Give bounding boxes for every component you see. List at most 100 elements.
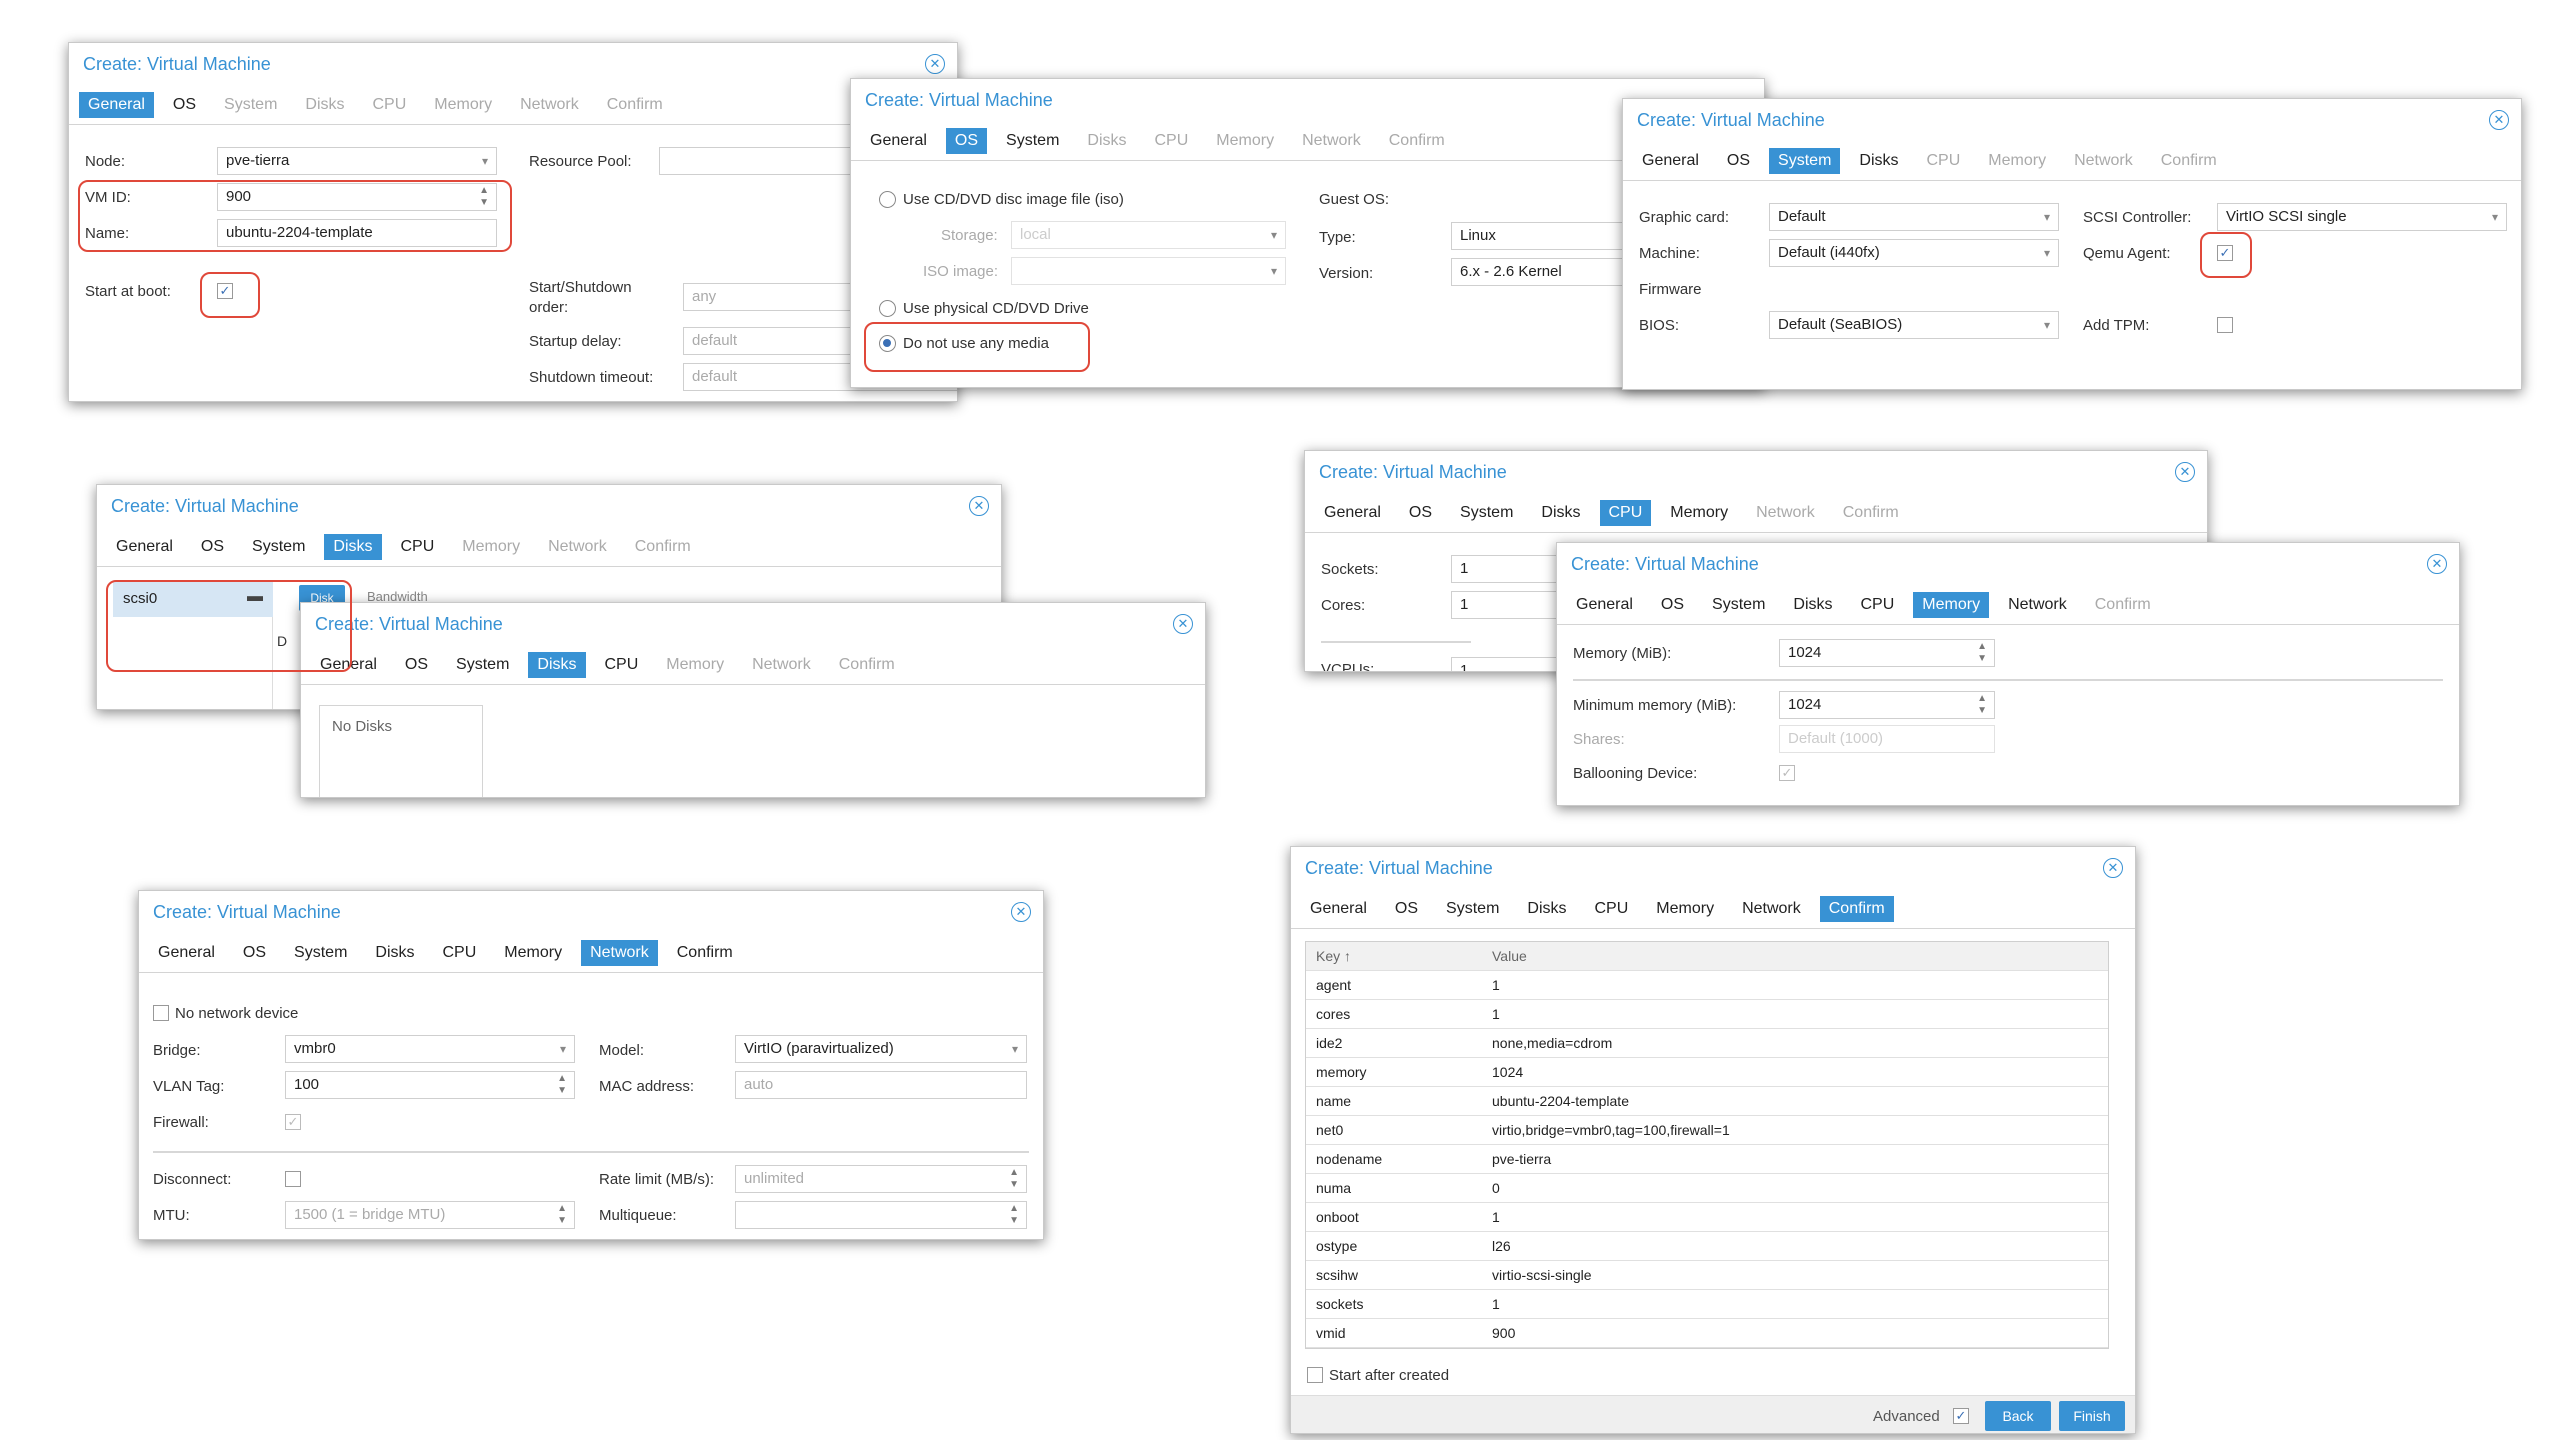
disconnect-checkbox[interactable]	[285, 1171, 301, 1187]
tab-memory[interactable]: Memory	[1207, 128, 1283, 154]
tab-system[interactable]: System	[285, 940, 356, 966]
use-physical-radio[interactable]	[879, 300, 896, 317]
tab-network[interactable]: Network	[539, 534, 616, 560]
tab-system[interactable]: System	[1703, 592, 1774, 618]
table-row[interactable]: name ubuntu-2204-template	[1306, 1087, 2108, 1116]
tab-system[interactable]: System	[1437, 896, 1508, 922]
tab-os[interactable]: OS	[1718, 148, 1759, 174]
tab-disks[interactable]: Disks	[1532, 500, 1589, 526]
table-row[interactable]: vmid 900	[1306, 1319, 2108, 1348]
tab-system[interactable]: System	[997, 128, 1068, 154]
tab-cpu[interactable]: CPU	[1146, 128, 1198, 154]
use-iso-radio[interactable]	[879, 191, 896, 208]
start-after-checkbox[interactable]	[1307, 1367, 1323, 1383]
tab-network[interactable]: Network	[1999, 592, 2076, 618]
finish-button[interactable]: Finish	[2059, 1401, 2125, 1431]
table-row[interactable]: scsihw virtio-scsi-single	[1306, 1261, 2108, 1290]
tab-confirm[interactable]: Confirm	[1834, 500, 1908, 526]
table-row[interactable]: sockets 1	[1306, 1290, 2108, 1319]
node-select[interactable]: pve-tierra ▾	[217, 147, 497, 175]
tab-system[interactable]: System	[1451, 500, 1522, 526]
table-row[interactable]: ostype l26	[1306, 1232, 2108, 1261]
tab-disks[interactable]: Disks	[1518, 896, 1575, 922]
tab-os[interactable]: OS	[1400, 500, 1441, 526]
back-button[interactable]: Back	[1985, 1401, 2051, 1431]
tab-os[interactable]: OS	[192, 534, 233, 560]
close-icon[interactable]: ✕	[969, 496, 989, 516]
tab-general[interactable]: General	[149, 940, 224, 966]
tab-confirm[interactable]: Confirm	[830, 652, 904, 678]
spinner-icon[interactable]: ▲ ▼	[557, 1073, 567, 1097]
bios-select[interactable]: Default (SeaBIOS) ▾	[1769, 311, 2059, 339]
ballooning-checkbox[interactable]: ✓	[1779, 765, 1795, 781]
tab-general[interactable]: General	[1567, 592, 1642, 618]
tab-memory[interactable]: Memory	[495, 940, 571, 966]
tab-os[interactable]: OS	[234, 940, 275, 966]
close-icon[interactable]: ✕	[2175, 462, 2195, 482]
shares-input[interactable]: Default (1000)	[1779, 725, 1995, 753]
table-row[interactable]: ide2 none,media=cdrom	[1306, 1029, 2108, 1058]
tab-network[interactable]: Network	[1293, 128, 1370, 154]
column-header-value[interactable]: Value	[1492, 948, 1527, 964]
close-icon[interactable]: ✕	[2103, 858, 2123, 878]
advanced-checkbox[interactable]: ✓	[1953, 1408, 1969, 1424]
bridge-select[interactable]: vmbr0 ▾	[285, 1035, 575, 1063]
tab-confirm[interactable]: Confirm	[1380, 128, 1454, 154]
tab-network[interactable]: Network	[743, 652, 820, 678]
close-icon[interactable]: ✕	[1011, 902, 1031, 922]
table-row[interactable]: net0 virtio,bridge=vmbr0,tag=100,firewall…	[1306, 1116, 2108, 1145]
close-icon[interactable]: ✕	[2489, 110, 2509, 130]
tab-system[interactable]: System	[215, 92, 286, 118]
table-row[interactable]: nodename pve-tierra	[1306, 1145, 2108, 1174]
tab-os[interactable]: OS	[1386, 896, 1427, 922]
tab-cpu[interactable]: CPU	[1852, 592, 1904, 618]
min-memory-input[interactable]: 1024 ▲ ▼	[1779, 691, 1995, 719]
tab-disks[interactable]: Disks	[296, 92, 353, 118]
tab-general[interactable]: General	[1301, 896, 1376, 922]
tab-cpu[interactable]: CPU	[1918, 148, 1970, 174]
tab-memory[interactable]: Memory	[1913, 592, 1990, 618]
tab-general[interactable]: General	[1315, 500, 1390, 526]
tab-confirm[interactable]: Confirm	[2086, 592, 2160, 618]
tab-cpu[interactable]: CPU	[392, 534, 444, 560]
spinner-icon[interactable]: ▲ ▼	[1977, 693, 1987, 717]
tab-network[interactable]: Network	[1733, 896, 1810, 922]
tab-network[interactable]: Network	[1747, 500, 1824, 526]
machine-select[interactable]: Default (i440fx) ▾	[1769, 239, 2059, 267]
tab-os[interactable]: OS	[164, 92, 205, 118]
storage-select[interactable]: local ▾	[1011, 221, 1286, 249]
tab-os[interactable]: OS	[396, 652, 437, 678]
close-icon[interactable]: ✕	[2427, 554, 2447, 574]
tab-system[interactable]: System	[447, 652, 518, 678]
spinner-icon[interactable]: ▲ ▼	[1977, 641, 1987, 665]
spinner-icon[interactable]: ▲ ▼	[1009, 1167, 1019, 1191]
tab-general[interactable]: General	[861, 128, 936, 154]
tab-general[interactable]: General	[79, 92, 154, 118]
mtu-input[interactable]: 1500 (1 = bridge MTU) ▲ ▼	[285, 1201, 575, 1229]
table-row[interactable]: onboot 1	[1306, 1203, 2108, 1232]
column-header-key[interactable]: Key ↑	[1316, 948, 1351, 964]
tab-network[interactable]: Network	[581, 940, 658, 966]
tab-system[interactable]: System	[1769, 148, 1841, 174]
tab-confirm[interactable]: Confirm	[1819, 896, 1894, 922]
tab-os[interactable]: OS	[945, 128, 988, 154]
tab-confirm[interactable]: Confirm	[598, 92, 672, 118]
add-tpm-checkbox[interactable]	[2217, 317, 2233, 333]
table-row[interactable]: agent 1	[1306, 971, 2108, 1000]
scsi-controller-select[interactable]: VirtIO SCSI single ▾	[2217, 203, 2507, 231]
tab-confirm[interactable]: Confirm	[668, 940, 742, 966]
tab-system[interactable]: System	[243, 534, 314, 560]
table-row[interactable]: cores 1	[1306, 1000, 2108, 1029]
spinner-icon[interactable]: ▲ ▼	[557, 1203, 567, 1227]
mac-input[interactable]: auto	[735, 1071, 1027, 1099]
tab-cpu[interactable]: CPU	[1586, 896, 1638, 922]
no-network-checkbox[interactable]	[153, 1005, 169, 1021]
graphic-card-select[interactable]: Default ▾	[1769, 203, 2059, 231]
tab-disks[interactable]: Disks	[1784, 592, 1841, 618]
tab-disks[interactable]: Disks	[1078, 128, 1135, 154]
vlan-input[interactable]: 100 ▲ ▼	[285, 1071, 575, 1099]
tab-network[interactable]: Network	[2065, 148, 2142, 174]
spinner-icon[interactable]: ▲ ▼	[1009, 1203, 1019, 1227]
tab-general[interactable]: General	[1633, 148, 1708, 174]
close-icon[interactable]: ✕	[1173, 614, 1193, 634]
